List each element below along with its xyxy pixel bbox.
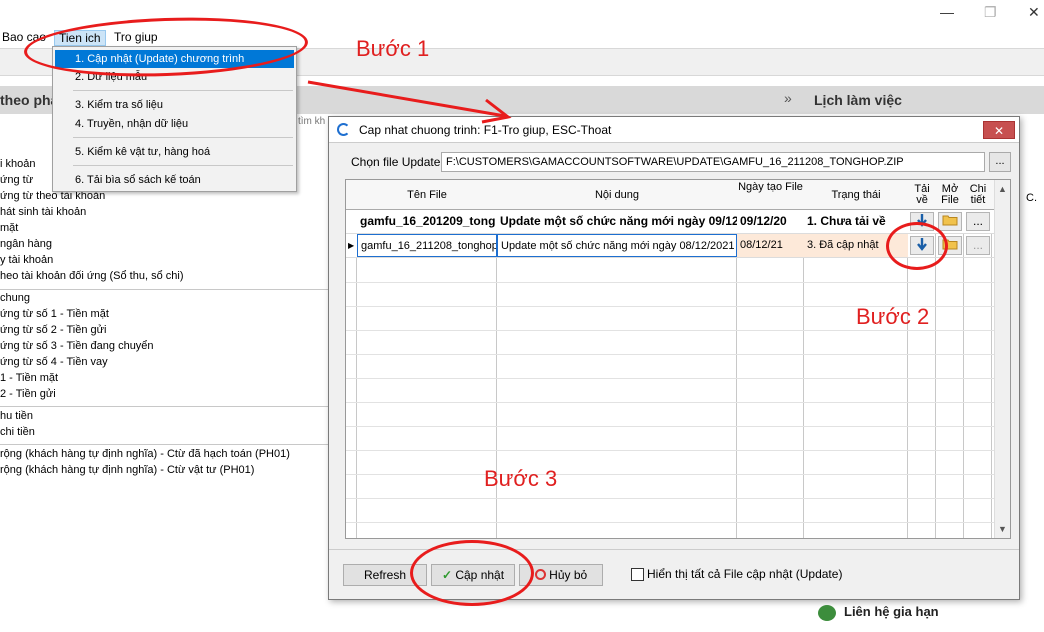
list-item[interactable]: ứng từ (0, 174, 33, 186)
grid-line (346, 522, 996, 523)
cell-ten-file: gamfu_16_211208_tonghop. (357, 234, 497, 257)
update-dialog: Cap nhat chuong trinh: F1-Tro giup, ESC-… (328, 116, 1020, 600)
list-item[interactable]: i khoản (0, 158, 35, 170)
grid-line (346, 330, 996, 331)
divider (0, 406, 328, 407)
list-item[interactable]: chi tiền (0, 426, 35, 438)
list-item[interactable]: mặt (0, 222, 18, 234)
cell-noi-dung: Update một số chức năng mới ngày 09/12/2… (500, 214, 737, 228)
list-item[interactable]: ứng từ số 4 - Tiền vay (0, 356, 108, 368)
list-item[interactable]: rộng (khách hàng tự định nghĩa) - Ctừ vậ… (0, 464, 254, 476)
list-item[interactable]: ứng từ số 3 - Tiền đang chuyển (0, 340, 154, 352)
col-tai-ve[interactable]: Tải về (908, 180, 936, 210)
folder-icon (942, 215, 958, 226)
file-update-label: Chọn file Update (351, 155, 441, 169)
menu-item-transfer-data[interactable]: 4. Truyền, nhận dữ liệu (55, 115, 294, 133)
grid-line (346, 378, 996, 379)
grid-line (346, 354, 996, 355)
menu-item-check-data[interactable]: 3. Kiểm tra số liệu (55, 96, 294, 114)
menu-divider (73, 165, 293, 166)
left-panel-title: theo phâ (0, 92, 59, 108)
annotation-step2: Bước 2 (856, 304, 930, 329)
col-ten-file[interactable]: Tên File (357, 180, 497, 210)
list-item[interactable]: ứng từ số 2 - Tiền gửi (0, 324, 106, 336)
collapse-icon[interactable]: » (784, 90, 792, 106)
col-noi-dung[interactable]: Nội dung (497, 180, 737, 210)
grid-line (346, 498, 996, 499)
grid-line (346, 426, 996, 427)
right-panel-title: Lịch làm việc (814, 92, 902, 108)
divider (0, 444, 328, 445)
minimize-button[interactable]: — (940, 4, 954, 20)
list-item[interactable]: rộng (khách hàng tự định nghĩa) - Ctừ đã… (0, 448, 290, 460)
grid-line (346, 402, 996, 403)
list-item[interactable]: hu tiền (0, 410, 33, 422)
right-panel-header: Lịch làm việc (806, 86, 1044, 114)
list-item[interactable]: 2 - Tiền gửi (0, 388, 56, 400)
right-side-letter: C. (1026, 192, 1037, 204)
list-item[interactable]: hát sinh tài khoản (0, 206, 86, 218)
list-item[interactable]: y tài khoản (0, 254, 53, 266)
menu-item-book-cover[interactable]: 6. Tải bìa sổ sách kế toán (55, 171, 294, 189)
list-item[interactable]: chung (0, 292, 30, 304)
grid-line (346, 282, 996, 283)
col-chi-tiet[interactable]: Chi tiết (964, 180, 992, 210)
dialog-close-button[interactable]: ✕ (983, 121, 1015, 139)
cancel-icon (534, 569, 546, 580)
show-all-label: Hiển thị tất cả File cập nhật (Update) (647, 567, 843, 581)
divider (0, 289, 328, 290)
list-item[interactable]: ứng từ số 1 - Tiền mặt (0, 308, 109, 320)
annotation-arrow (307, 80, 512, 124)
list-item[interactable]: ngân hàng (0, 238, 52, 250)
grid-line (346, 474, 996, 475)
col-trang-thai[interactable]: Trạng thái (804, 180, 908, 210)
list-item[interactable]: heo tài khoản đối ứng (Sổ thu, sổ chi) (0, 270, 183, 282)
annotation-ellipse-step2 (886, 222, 948, 270)
browse-button[interactable]: ... (989, 152, 1011, 172)
show-all-checkbox[interactable] (631, 568, 644, 581)
grid-header: Tên File Nội dung Ngày tạo File Trạng th… (346, 180, 996, 210)
detail-button[interactable]: ... (966, 212, 990, 231)
restore-button[interactable]: ❐ (984, 4, 997, 21)
grid-line (346, 450, 996, 451)
annotation-step1: Bước 1 (356, 36, 430, 61)
cell-ngay-tao: 09/12/20 (740, 214, 787, 228)
contact-renewal-link[interactable]: Liên hệ gia hạn (844, 604, 939, 619)
menu-divider (73, 90, 293, 91)
cancel-button-label: Hủy bỏ (549, 568, 588, 582)
annotation-step3: Bước 3 (484, 466, 558, 491)
cell-ten-file: gamfu_16_201209_tong (360, 214, 496, 228)
col-mo-file[interactable]: Mở File (936, 180, 964, 210)
open-file-button[interactable] (938, 212, 962, 231)
cell-ngay-tao: 08/12/21 (737, 234, 804, 257)
close-window-button[interactable]: ✕ (1028, 4, 1040, 21)
file-path-input[interactable]: F:\CUSTOMERS\GAMACCOUNTSOFTWARE\UPDATE\G… (441, 152, 985, 172)
list-item[interactable]: 1 - Tiền mặt (0, 372, 58, 384)
detail-button[interactable]: ... (966, 236, 990, 255)
scroll-down-icon[interactable]: ▼ (998, 524, 1007, 534)
scroll-up-icon[interactable]: ▲ (998, 184, 1007, 194)
row-pointer-icon: ▶ (346, 234, 357, 257)
menu-divider (73, 137, 293, 138)
grid-scrollbar[interactable]: ▲ ▼ (994, 180, 1010, 538)
cell-noi-dung: Update một số chức năng mới ngày 08/12/2… (497, 234, 737, 257)
globe-icon (818, 605, 836, 621)
annotation-ellipse-step3 (410, 540, 534, 606)
menu-item-inventory[interactable]: 5. Kiểm kê vật tư, hàng hoá (55, 143, 294, 161)
col-ngay-tao[interactable]: Ngày tạo File (737, 180, 804, 210)
